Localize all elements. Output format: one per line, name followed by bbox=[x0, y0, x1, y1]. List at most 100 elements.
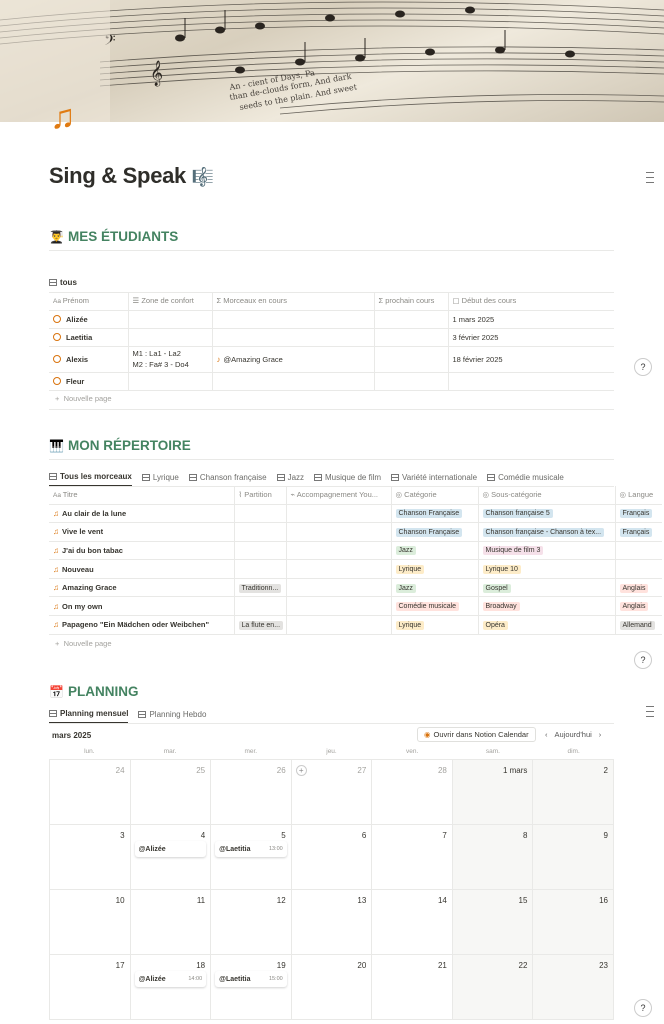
table-row[interactable]: ♫ Nouveau Lyrique Lyrique 10 bbox=[49, 559, 662, 579]
col-morceaux[interactable]: Σ Morceaux en cours bbox=[212, 292, 375, 311]
page-title: Sing & Speak 🎼 bbox=[49, 163, 214, 188]
music-notes-icon[interactable]: ♫ bbox=[50, 100, 76, 134]
col-partition[interactable]: ⌇ Partition bbox=[234, 486, 287, 505]
tab-tous-les-morceaux[interactable]: Tous les morceaux bbox=[49, 472, 132, 486]
day-number: 26 bbox=[276, 766, 286, 775]
col-langue[interactable]: ◎ Langue bbox=[615, 486, 662, 505]
table-row[interactable]: ♫ Vive le vent Chanson Française Chanson fr… bbox=[49, 522, 662, 542]
calendar-day[interactable]: 15 bbox=[452, 890, 534, 955]
day-number: 20 bbox=[357, 961, 367, 970]
cover-image: 𝄞 𝄢 An - cient of Days, Pa than de-cloud… bbox=[0, 0, 664, 122]
repertoire-table: Aa Titre ⌇ Partition ⌁ Accompagnement Yo… bbox=[49, 486, 662, 505]
calendar-day[interactable]: 17 bbox=[50, 955, 131, 1020]
tab-lyrique[interactable]: Lyrique bbox=[141, 473, 179, 486]
table-row[interactable]: ♫ Au clair de la lune Chanson Française Cha… bbox=[49, 504, 662, 524]
calendar-day[interactable]: 9 bbox=[533, 825, 614, 890]
music-note-icon: ♫ bbox=[53, 620, 59, 630]
calendar-day[interactable]: 16 bbox=[533, 890, 614, 955]
chevron-right-icon[interactable]: › bbox=[599, 730, 602, 739]
calendar-day[interactable]: 10 bbox=[50, 890, 131, 955]
calendar-event[interactable]: @Alizée bbox=[134, 841, 207, 857]
col-zone[interactable]: ☰ Zone de confort bbox=[128, 292, 213, 311]
calendar-day[interactable]: 6 bbox=[291, 825, 373, 890]
calendar-day[interactable]: 27 + bbox=[291, 760, 373, 825]
outline-markers[interactable] bbox=[646, 706, 656, 721]
sheet-music-illustration: 𝄞 𝄢 An - cient of Days, Pa than de-cloud… bbox=[0, 0, 664, 122]
calendar-day[interactable]: 3 bbox=[50, 825, 131, 890]
table-icon bbox=[276, 473, 285, 481]
day-number: 27 bbox=[357, 766, 367, 775]
calendar-day[interactable]: 20 bbox=[291, 955, 373, 1020]
col-prochain[interactable]: Σ prochain cours bbox=[374, 292, 449, 311]
table-row[interactable]: Alizée 1 mars 2025 bbox=[49, 310, 614, 329]
day-number: 11 bbox=[196, 896, 206, 905]
table-row[interactable]: ♫ Amazing Grace Traditionn... Jazz Gospel Ang… bbox=[49, 578, 662, 598]
day-number: 4 bbox=[200, 831, 206, 840]
today-button[interactable]: Aujourd'hui bbox=[555, 730, 592, 739]
calendar-day[interactable]: 4 @Alizée bbox=[130, 825, 212, 890]
repertoire-new-page[interactable]: + Nouvelle page bbox=[55, 639, 112, 648]
col-sous-categorie[interactable]: ◎ Sous-catégorie bbox=[478, 486, 616, 505]
day-number: 3 bbox=[120, 831, 125, 840]
calendar-event[interactable]: @Alizée 14:00 bbox=[134, 971, 207, 987]
tab-variete-internationale[interactable]: Variété internationale bbox=[391, 473, 477, 486]
table-row[interactable]: ♫ On my own Comédie musicale Broadway Anglai… bbox=[49, 596, 662, 617]
table-row[interactable]: ♫ J'ai du bon tabac Jazz Musique de film 3 bbox=[49, 541, 662, 561]
calendar-day[interactable]: 24 bbox=[50, 760, 131, 825]
col-debut[interactable]: ▢ Début des cours bbox=[448, 292, 614, 311]
table-row[interactable]: Alexis M1 : La1 - La2 M2 : Fa# 3 - Do4 ♪ @… bbox=[49, 346, 614, 373]
tab-jazz[interactable]: Jazz bbox=[276, 473, 304, 486]
music-note-icon: ♫ bbox=[53, 601, 59, 611]
calendar-day[interactable]: 2 bbox=[533, 760, 614, 825]
calendar-day[interactable]: 1 mars bbox=[452, 760, 534, 825]
tab-planning-mensuel[interactable]: Planning mensuel bbox=[49, 709, 129, 723]
calendar-event[interactable]: @Laetitia 13:00 bbox=[215, 841, 287, 857]
calendar-day[interactable]: 21 bbox=[372, 955, 453, 1020]
col-accompagnement[interactable]: ⌁ Accompagnement You... bbox=[286, 486, 392, 505]
table-row[interactable]: ♫ Papageno "Ein Mädchen oder Weibchen" La … bbox=[49, 615, 662, 635]
table-row[interactable]: Laetitia 3 février 2025 bbox=[49, 328, 614, 347]
table-icon bbox=[49, 473, 57, 480]
music-note-icon: ♫ bbox=[53, 583, 59, 593]
calendar-event[interactable]: @Laetitia 15:00 bbox=[215, 971, 287, 987]
calendar-day[interactable]: 25 bbox=[130, 760, 212, 825]
calendar-day[interactable]: 19 @Laetitia 15:00 bbox=[211, 955, 292, 1020]
col-titre[interactable]: Aa Titre bbox=[49, 486, 235, 505]
day-number: 23 bbox=[599, 961, 608, 970]
tab-chanson-francaise[interactable]: Chanson française bbox=[188, 473, 267, 486]
calendar-grid: 24 25 26 27 +28 1 mars 2 3 4 @Alizée 5 @Laetitia 13:… bbox=[49, 759, 614, 1020]
chevron-left-icon[interactable]: ‹ bbox=[545, 730, 548, 739]
tab-musique-de-film[interactable]: Musique de film bbox=[314, 473, 381, 486]
calendar-day[interactable]: 7 bbox=[372, 825, 453, 890]
open-notion-calendar-button[interactable]: ◉ Ouvrir dans Notion Calendar bbox=[417, 727, 536, 742]
students-new-page[interactable]: + Nouvelle page bbox=[55, 394, 112, 403]
calendar-day[interactable]: 11 bbox=[130, 890, 212, 955]
col-categorie[interactable]: ◎ Catégorie bbox=[391, 486, 479, 505]
calendar-day[interactable]: 28 bbox=[372, 760, 453, 825]
day-number: 14 bbox=[437, 896, 447, 905]
outline-markers[interactable] bbox=[646, 172, 656, 187]
tab-comedie-musicale[interactable]: Comédie musicale bbox=[487, 473, 564, 486]
col-prenom[interactable]: Aa Prénom bbox=[49, 292, 129, 311]
help-icon[interactable]: ? bbox=[634, 999, 652, 1017]
calendar-day[interactable]: 18 @Alizée 14:00 bbox=[130, 955, 212, 1020]
table-icon bbox=[391, 473, 400, 481]
table-icon bbox=[314, 473, 323, 481]
tab-planning-hebdo[interactable]: Planning Hebdo bbox=[138, 710, 206, 723]
calendar-day[interactable]: 12 bbox=[211, 890, 292, 955]
table-icon bbox=[188, 473, 197, 481]
day-number: 2 bbox=[603, 766, 608, 775]
calendar-day[interactable]: 26 bbox=[211, 760, 292, 825]
help-icon[interactable]: ? bbox=[634, 651, 652, 669]
day-number: 19 bbox=[276, 961, 286, 970]
calendar-day[interactable]: 8 bbox=[452, 825, 534, 890]
calendar-day[interactable]: 23 bbox=[533, 955, 614, 1020]
help-icon[interactable]: ? bbox=[634, 358, 652, 376]
calendar-day[interactable]: 22 bbox=[452, 955, 534, 1020]
table-row[interactable]: Fleur bbox=[49, 372, 614, 391]
calendar-day[interactable]: 14 bbox=[372, 890, 453, 955]
tab-tous[interactable]: tous bbox=[49, 278, 77, 291]
calendar-day[interactable]: 5 @Laetitia 13:00 bbox=[211, 825, 292, 890]
calendar-day[interactable]: 13 bbox=[291, 890, 373, 955]
add-event-icon[interactable]: + bbox=[295, 765, 307, 776]
